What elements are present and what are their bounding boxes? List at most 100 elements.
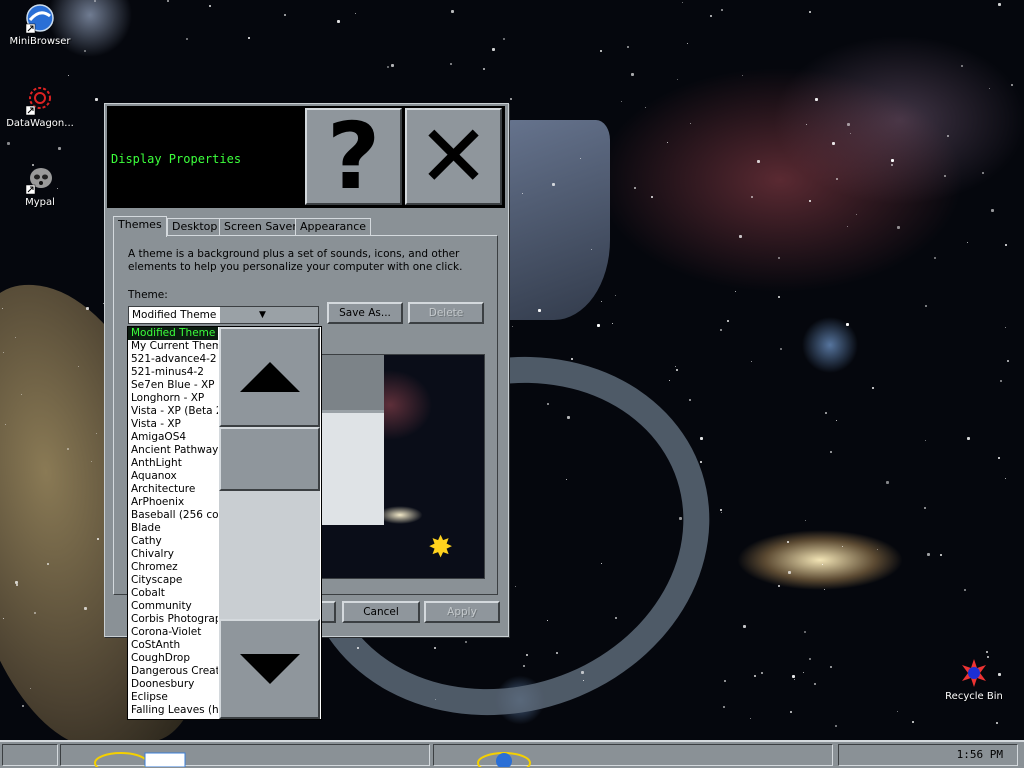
theme-option[interactable]: Architecture [128, 483, 218, 496]
star [68, 75, 69, 76]
theme-option[interactable]: Blade [128, 522, 218, 535]
star [451, 10, 454, 13]
theme-option[interactable]: Cobalt [128, 587, 218, 600]
theme-option[interactable]: Aquanox [128, 470, 218, 483]
cancel-button[interactable]: Cancel [342, 601, 420, 623]
theme-option[interactable]: Ancient Pathways [128, 444, 218, 457]
star [547, 620, 548, 621]
dropdown-scrollbar[interactable] [219, 327, 320, 719]
theme-option[interactable]: My Current Theme [128, 340, 218, 353]
tab-desktop[interactable]: Desktop [167, 218, 223, 236]
theme-option[interactable]: Chivalry [128, 548, 218, 561]
theme-option[interactable]: Corona-Violet [128, 626, 218, 639]
star [790, 711, 792, 713]
task-area [433, 744, 833, 767]
theme-option[interactable]: Chromez [128, 561, 218, 574]
star [822, 564, 823, 565]
theme-option[interactable]: Modified Theme [128, 327, 218, 340]
scroll-thumb[interactable] [219, 427, 320, 491]
ie-icon[interactable] [474, 749, 554, 767]
star [809, 658, 811, 660]
star [209, 5, 211, 7]
theme-option[interactable]: Community [128, 600, 218, 613]
theme-option[interactable]: Cityscape [128, 574, 218, 587]
star [515, 586, 516, 587]
tab-appearance[interactable]: Appearance [295, 218, 372, 236]
close-button[interactable]: ✕ [405, 108, 502, 205]
star [597, 324, 600, 327]
star [483, 68, 485, 70]
star [996, 722, 998, 724]
star [552, 183, 555, 186]
theme-option[interactable]: ArPhoenix [128, 496, 218, 509]
star [780, 348, 782, 350]
tab-screen-saver[interactable]: Screen Saver [219, 218, 302, 236]
star [465, 641, 467, 643]
tab-themes[interactable]: Themes [113, 216, 167, 237]
star [836, 420, 837, 421]
theme-option[interactable]: Doonesbury [128, 678, 218, 691]
desktop-icon-minibrowser[interactable]: MiniBrowser [2, 2, 78, 47]
theme-option[interactable]: 521-advance4-2 [128, 353, 218, 366]
star [547, 403, 549, 405]
theme-option[interactable]: Vista - XP [128, 418, 218, 431]
theme-option[interactable]: CoStAnth [128, 639, 218, 652]
chevron-down-icon[interactable]: ▼ [259, 307, 266, 323]
star [964, 589, 966, 591]
star [1005, 478, 1006, 479]
star [523, 665, 525, 667]
help-button[interactable]: ? [305, 108, 402, 205]
star [700, 461, 702, 463]
theme-option[interactable]: Se7en Blue - XP [128, 379, 218, 392]
theme-option[interactable]: Cathy [128, 535, 218, 548]
star [387, 66, 389, 68]
scroll-up-button[interactable] [219, 327, 320, 427]
star [58, 147, 61, 150]
scroll-down-button[interactable] [219, 619, 320, 719]
quick-launch-icons[interactable] [91, 749, 201, 767]
delete-button[interactable]: Delete [408, 302, 484, 324]
star [627, 46, 629, 48]
star [1007, 360, 1009, 362]
theme-select[interactable]: Modified Theme ▼ [128, 306, 319, 324]
theme-option[interactable]: Corbis Photograph [128, 613, 218, 626]
title-bar[interactable]: Display Properties ? ✕ [107, 106, 505, 208]
star [832, 142, 835, 145]
star [600, 50, 602, 52]
theme-option[interactable]: AnthLight [128, 457, 218, 470]
star [84, 607, 87, 610]
desktop-icon-datawagon[interactable]: DataWagon... [2, 84, 78, 129]
theme-option[interactable]: Dangerous Creatur [128, 665, 218, 678]
theme-options: Modified ThemeMy Current Theme521-advanc… [128, 327, 218, 717]
theme-option[interactable]: Falling Leaves (hig [128, 704, 218, 717]
theme-option[interactable]: CoughDrop [128, 652, 218, 665]
theme-option[interactable]: Baseball (256 colo [128, 509, 218, 522]
theme-option[interactable]: Eclipse [128, 691, 218, 704]
theme-option[interactable]: 521-minus4-2 [128, 366, 218, 379]
theme-dropdown-list[interactable]: Modified ThemeMy Current Theme521-advanc… [127, 326, 322, 720]
apply-button[interactable]: Apply [424, 601, 500, 623]
star [991, 209, 994, 212]
star [3, 352, 4, 353]
star [897, 711, 898, 712]
star [556, 652, 558, 654]
desktop-icon-mypal[interactable]: Mypal [2, 163, 78, 208]
star [814, 683, 816, 685]
ok-button[interactable] [320, 601, 336, 623]
star [1000, 380, 1002, 382]
theme-option[interactable]: Vista - XP (Beta 2) [128, 405, 218, 418]
star [97, 538, 99, 540]
star [522, 193, 523, 194]
star [612, 323, 613, 324]
star [778, 296, 780, 298]
arrow-up-icon [239, 362, 300, 392]
save-as-button[interactable]: Save As... [327, 302, 403, 324]
star [778, 585, 780, 587]
theme-option[interactable]: AmigaOS4 [128, 431, 218, 444]
star [947, 135, 949, 137]
theme-option[interactable]: Longhorn - XP [128, 392, 218, 405]
start-button[interactable] [2, 744, 58, 766]
desktop-icon-recycle-bin[interactable]: Recycle Bin [936, 657, 1012, 702]
star [538, 309, 541, 312]
system-clock: 1:56 PM [838, 744, 1018, 766]
